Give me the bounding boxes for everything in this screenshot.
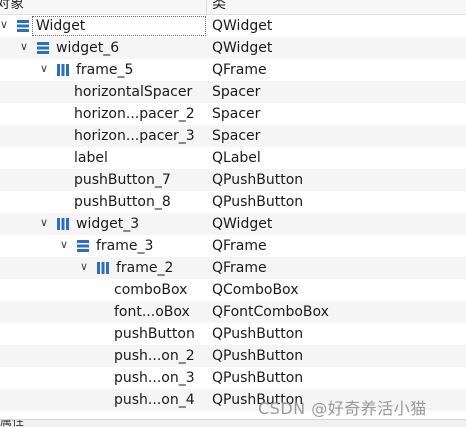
object-class: Spacer <box>212 84 261 100</box>
layout-horizontal-icon <box>56 63 70 77</box>
object-class: QWidget <box>212 40 273 56</box>
chevron-down-icon[interactable]: ∨ <box>18 41 30 53</box>
object-name: horizontalSpacer <box>74 84 193 100</box>
object-class: QWidget <box>212 216 273 232</box>
tree-row[interactable]: ∨ Widget QWidget <box>0 15 466 37</box>
object-name: label <box>74 150 108 166</box>
object-class: QFontComboBox <box>212 304 329 320</box>
object-name: frame_5 <box>76 62 134 78</box>
tree-row[interactable]: pushButton_7 QPushButton <box>0 169 466 191</box>
object-class: QFrame <box>212 238 267 254</box>
tree-row[interactable]: push...on_3 QPushButton <box>0 367 466 389</box>
chevron-down-icon[interactable]: ∨ <box>58 239 70 251</box>
object-class: QPushButton <box>212 172 304 188</box>
object-name: horizon...pacer_2 <box>74 106 195 122</box>
column-header-class[interactable]: 类 <box>212 0 226 14</box>
object-name: push...on_3 <box>114 370 195 386</box>
layout-vertical-icon <box>36 41 50 55</box>
object-inspector-tree: 对象 类 ∨ Widget QWidget ∨ widget_6 QWidget ∨ fram… <box>0 0 466 427</box>
object-name: widget_3 <box>76 216 140 232</box>
object-class: Spacer <box>212 106 261 122</box>
object-class: QPushButton <box>212 326 304 342</box>
chevron-down-icon[interactable]: ∨ <box>38 63 50 75</box>
tree-row[interactable]: label QLabel <box>0 147 466 169</box>
property-panel-title: 属性 <box>0 419 25 427</box>
property-panel-header: 属性 <box>0 419 466 427</box>
tree-row[interactable]: ∨ frame_2 QFrame <box>0 257 466 279</box>
tree-row[interactable]: ∨ widget_3 QWidget <box>0 213 466 235</box>
object-name: frame_3 <box>96 238 154 254</box>
object-name: Widget <box>36 18 86 34</box>
object-name: comboBox <box>114 282 188 298</box>
tree-row[interactable]: push...on_2 QPushButton <box>0 345 466 367</box>
object-class: QPushButton <box>212 370 304 386</box>
chevron-down-icon[interactable]: ∨ <box>78 261 90 273</box>
watermark: CSDN @好奇养活小猫 <box>258 399 427 418</box>
tree-header: 对象 类 <box>0 0 466 15</box>
object-class: QComboBox <box>212 282 299 298</box>
object-class: QPushButton <box>212 194 304 210</box>
object-name: widget_6 <box>56 40 120 56</box>
tree-row[interactable]: ∨ widget_6 QWidget <box>0 37 466 59</box>
tree-row[interactable]: font...oBox QFontComboBox <box>0 301 466 323</box>
object-class: QWidget <box>212 18 273 34</box>
layout-vertical-icon <box>76 239 90 253</box>
object-class: Spacer <box>212 128 261 144</box>
layout-horizontal-icon <box>56 217 70 231</box>
object-name: pushButton_8 <box>74 194 171 210</box>
layout-vertical-icon <box>16 19 30 33</box>
layout-horizontal-icon <box>96 261 110 275</box>
tree-rows: ∨ Widget QWidget ∨ widget_6 QWidget ∨ frame_5 QF… <box>0 15 466 411</box>
tree-row[interactable]: comboBox QComboBox <box>0 279 466 301</box>
object-name: frame_2 <box>116 260 174 276</box>
object-class: QLabel <box>212 150 261 166</box>
object-class: QPushButton <box>212 348 304 364</box>
object-name: pushButton <box>114 326 195 342</box>
column-separator[interactable] <box>206 0 207 14</box>
object-name: push...on_4 <box>114 392 195 408</box>
object-class: QFrame <box>212 260 267 276</box>
tree-row[interactable]: horizontalSpacer Spacer <box>0 81 466 103</box>
chevron-down-icon[interactable]: ∨ <box>0 19 10 31</box>
tree-row[interactable]: pushButton QPushButton <box>0 323 466 345</box>
column-header-object[interactable]: 对象 <box>0 0 24 14</box>
tree-row[interactable]: pushButton_8 QPushButton <box>0 191 466 213</box>
tree-row[interactable]: horizon...pacer_3 Spacer <box>0 125 466 147</box>
tree-row[interactable]: ∨ frame_5 QFrame <box>0 59 466 81</box>
object-name: font...oBox <box>114 304 190 320</box>
object-name: horizon...pacer_3 <box>74 128 195 144</box>
tree-row[interactable]: ∨ frame_3 QFrame <box>0 235 466 257</box>
object-name: push...on_2 <box>114 348 195 364</box>
tree-row[interactable]: horizon...pacer_2 Spacer <box>0 103 466 125</box>
chevron-down-icon[interactable]: ∨ <box>38 217 50 229</box>
object-class: QFrame <box>212 62 267 78</box>
object-name: pushButton_7 <box>74 172 171 188</box>
